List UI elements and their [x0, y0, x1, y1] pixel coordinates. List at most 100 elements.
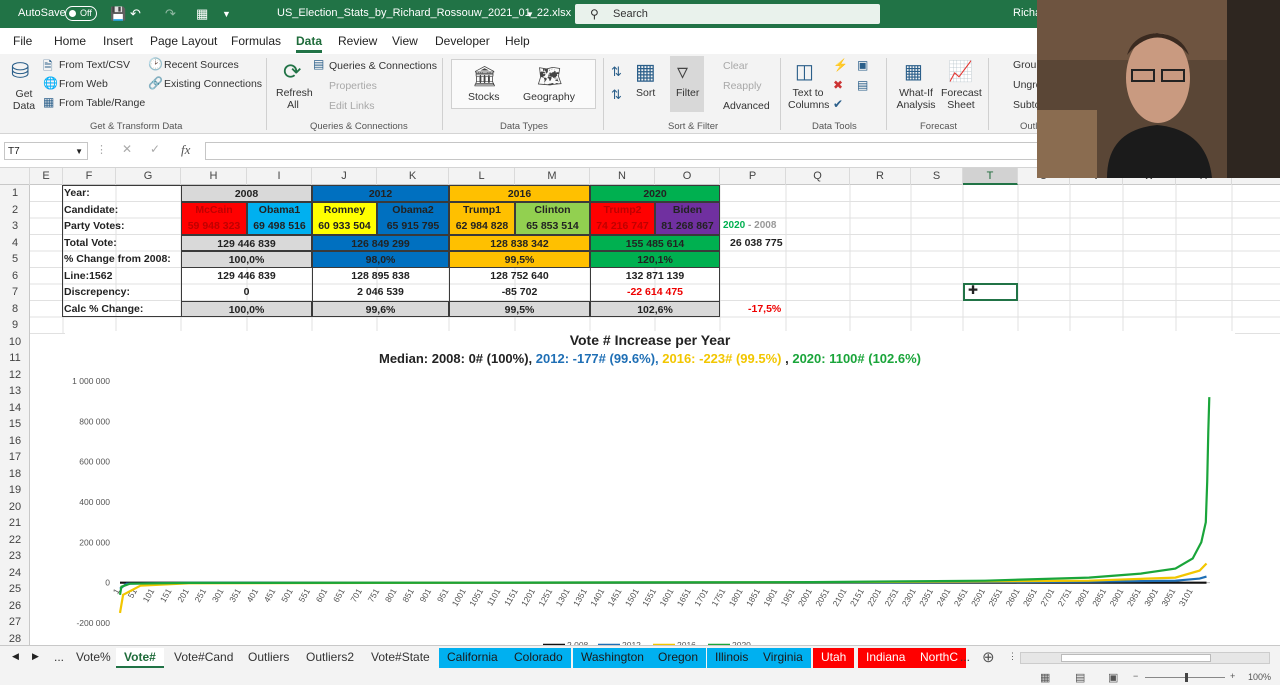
active-cell[interactable]: ✚: [963, 283, 1018, 301]
row-header[interactable]: 6: [0, 268, 30, 284]
row-header[interactable]: 9: [0, 317, 30, 333]
save-icon[interactable]: 💾: [110, 6, 126, 22]
row-header[interactable]: 24: [0, 565, 30, 581]
sheet-tab[interactable]: Washington: [573, 648, 652, 668]
get-data-button[interactable]: Get Data: [11, 88, 37, 112]
row-header[interactable]: 20: [0, 499, 30, 515]
year-2016-cell[interactable]: 2016: [449, 185, 590, 202]
sheet-tab[interactable]: Indiana: [858, 648, 914, 668]
row-header[interactable]: 10: [0, 334, 30, 350]
column-header[interactable]: Q: [786, 168, 850, 185]
tab-scroll-left-icon[interactable]: ◀: [12, 651, 19, 662]
tab-help[interactable]: Help: [505, 34, 530, 48]
row-header[interactable]: 17: [0, 449, 30, 465]
row-header[interactable]: 5: [0, 251, 30, 267]
page-layout-icon[interactable]: ▤: [1075, 671, 1085, 684]
sort-az-icon[interactable]: ⇅: [611, 64, 622, 80]
cancel-icon[interactable]: ✕: [122, 142, 132, 156]
column-header[interactable]: I: [247, 168, 312, 185]
customize-qat-icon[interactable]: ▼: [222, 9, 231, 19]
tab-insert[interactable]: Insert: [103, 34, 133, 48]
stocks-button[interactable]: Stocks: [468, 91, 500, 103]
select-all-corner[interactable]: [0, 168, 30, 185]
row-header[interactable]: 15: [0, 416, 30, 432]
sort-button[interactable]: Sort: [636, 87, 655, 99]
column-header[interactable]: K: [377, 168, 449, 185]
column-header[interactable]: J: [312, 168, 377, 185]
column-header[interactable]: N: [590, 168, 655, 185]
from-web-button[interactable]: From Web: [59, 78, 108, 90]
reapply-button[interactable]: Reapply: [723, 80, 762, 92]
tab-review[interactable]: Review: [338, 34, 377, 48]
row-header[interactable]: 23: [0, 548, 30, 564]
search-input[interactable]: ⚲ Search: [575, 4, 880, 24]
sheet-tab[interactable]: Outliers2: [298, 648, 362, 668]
tab-formulas[interactable]: Formulas: [231, 34, 281, 48]
tab-data[interactable]: Data: [296, 34, 323, 53]
from-text-csv-button[interactable]: From Text/CSV: [59, 59, 130, 71]
chart[interactable]: Vote # Increase per Year Median: 2008: 0…: [65, 331, 1235, 647]
sheet-tab[interactable]: Oregon: [650, 648, 707, 668]
sheet-tab[interactable]: California: [439, 648, 506, 668]
consolidate-icon[interactable]: ▣: [857, 58, 868, 72]
column-header[interactable]: M: [515, 168, 590, 185]
row-header[interactable]: 18: [0, 466, 30, 482]
scrollbar-thumb[interactable]: [1061, 654, 1211, 662]
row-header[interactable]: 19: [0, 482, 30, 498]
column-header[interactable]: E: [30, 168, 63, 185]
sheet-tab[interactable]: ...: [52, 648, 66, 668]
horizontal-scrollbar[interactable]: [1020, 652, 1270, 664]
filter-button[interactable]: Filter: [676, 87, 699, 99]
total-vote-cell[interactable]: 128 838 342: [449, 234, 590, 251]
row-header[interactable]: 2: [0, 202, 30, 218]
row-header[interactable]: 3: [0, 218, 30, 234]
column-header[interactable]: H: [181, 168, 247, 185]
data-validation-icon[interactable]: ✔: [833, 97, 843, 111]
from-table-range-button[interactable]: From Table/Range: [59, 97, 145, 109]
insert-function-button[interactable]: fx: [181, 142, 190, 158]
page-break-icon[interactable]: ▣: [1108, 671, 1118, 684]
options-icon[interactable]: ⋮: [1008, 651, 1017, 662]
existing-connections-button[interactable]: Existing Connections: [164, 78, 262, 90]
sheet-tab[interactable]: Outliers: [240, 648, 297, 668]
text-to-columns-button[interactable]: Text to Columns: [788, 87, 829, 111]
total-vote-cell[interactable]: 129 446 839: [181, 234, 312, 251]
row-header[interactable]: 1: [0, 185, 30, 201]
tab-developer[interactable]: Developer: [435, 34, 490, 48]
sheet-tab[interactable]: Utah: [813, 648, 855, 668]
relationships-icon[interactable]: ▤: [857, 78, 868, 92]
row-header[interactable]: 21: [0, 515, 30, 531]
calc-pct-cell[interactable]: 99,5%: [449, 300, 590, 317]
advanced-button[interactable]: Advanced: [723, 100, 770, 112]
sheet-tab[interactable]: ...: [958, 648, 972, 668]
zoom-slider-thumb[interactable]: [1185, 673, 1188, 682]
row-header[interactable]: 25: [0, 581, 30, 597]
row-header[interactable]: 12: [0, 367, 30, 383]
column-header[interactable]: S: [911, 168, 963, 185]
grid-icon[interactable]: ▦: [196, 6, 208, 22]
redo-icon[interactable]: ↷: [165, 6, 176, 22]
year-2012-cell[interactable]: 2012: [312, 185, 449, 202]
row-header[interactable]: 16: [0, 433, 30, 449]
row-header[interactable]: 14: [0, 400, 30, 416]
what-if-analysis-button[interactable]: What-If Analysis: [893, 87, 939, 111]
name-box[interactable]: T7 ▼: [4, 142, 88, 160]
formula-input[interactable]: [205, 142, 1040, 160]
refresh-all-button[interactable]: Refresh All: [276, 87, 313, 111]
sheet-tab[interactable]: Illinois: [707, 648, 757, 668]
year-2008-cell[interactable]: 2008: [181, 185, 312, 202]
row-header[interactable]: 22: [0, 532, 30, 548]
sheet-tab[interactable]: Vote%: [68, 648, 119, 668]
row-header[interactable]: 11: [0, 350, 30, 366]
clear-button[interactable]: Clear: [723, 60, 748, 72]
zoom-out-icon[interactable]: −: [1133, 671, 1138, 681]
tab-page-layout[interactable]: Page Layout: [150, 34, 217, 48]
column-header[interactable]: F: [63, 168, 116, 185]
autosave-toggle[interactable]: Off: [65, 6, 97, 21]
calc-pct-cell[interactable]: 99,6%: [312, 300, 449, 317]
year-2020-cell[interactable]: 2020: [590, 185, 720, 202]
sheet-tab[interactable]: Virginia: [755, 648, 811, 668]
zoom-in-icon[interactable]: +: [1230, 671, 1235, 681]
column-header[interactable]: L: [449, 168, 515, 185]
column-header-selected[interactable]: T: [963, 168, 1018, 185]
